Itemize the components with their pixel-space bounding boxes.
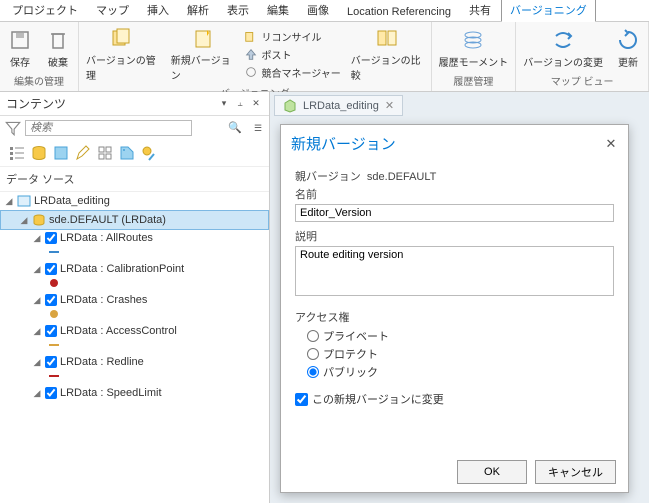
layer-row[interactable]: ◢LRData : AllRoutes — [0, 230, 269, 246]
database-icon — [32, 213, 46, 227]
reconcile-button[interactable]: リコンサイル — [243, 28, 341, 45]
name-input[interactable] — [295, 204, 614, 222]
dialog-title: 新規バージョン — [291, 133, 602, 154]
panel-title: コンテンツ — [6, 95, 215, 112]
layer-checkbox[interactable] — [45, 263, 57, 275]
name-label: 名前 — [295, 186, 614, 202]
layer-symbol — [48, 370, 60, 382]
ribbon-tab-4[interactable]: 表示 — [219, 0, 257, 21]
ribbon-tab-1[interactable]: マップ — [88, 0, 137, 21]
history-moment-button[interactable]: 履歴モーメント — [436, 26, 512, 71]
new-label: 新規バージョン — [171, 52, 235, 82]
refresh-label: 更新 — [618, 54, 638, 69]
conflict-button[interactable]: 競合マネージャー — [243, 64, 341, 81]
private-radio[interactable] — [307, 330, 319, 342]
pin-icon[interactable]: ⫠ — [233, 97, 247, 111]
search-icon[interactable]: 🔍 — [228, 121, 242, 134]
discard-label: 破棄 — [48, 54, 68, 69]
layer-row[interactable]: ◢LRData : AccessControl — [0, 323, 269, 339]
access-private-row[interactable]: プライベート — [307, 327, 614, 345]
protected-radio[interactable] — [307, 348, 319, 360]
layer-checkbox[interactable] — [45, 356, 57, 368]
manage-versions-button[interactable]: バージョンの管理 — [83, 24, 162, 84]
layer-row[interactable]: ◢LRData : Redline — [0, 354, 269, 370]
ribbon-tab-6[interactable]: 画像 — [299, 0, 337, 21]
compare-label: バージョンの比較 — [351, 52, 424, 82]
dropdown-icon[interactable]: ▾ — [217, 97, 231, 111]
document-tab[interactable]: LRData_editing ✕ — [274, 95, 403, 116]
ribbon-tabs: プロジェクトマップ挿入解析表示編集画像Location Referencing共… — [0, 0, 649, 22]
compare-button[interactable]: バージョンの比較 — [348, 24, 427, 84]
ribbon-tab-5[interactable]: 編集 — [259, 0, 297, 21]
list-by-source-icon[interactable] — [30, 144, 48, 162]
layer-tree: ◢LRData_editing ◢sde.DEFAULT (LRData) ◢L… — [0, 192, 269, 503]
layer-checkbox[interactable] — [45, 387, 57, 399]
list-by-selection-icon[interactable] — [52, 144, 70, 162]
layer-row[interactable]: ◢LRData : CalibrationPoint — [0, 261, 269, 277]
close-icon[interactable]: ✕ — [249, 97, 263, 111]
list-by-labeling-icon[interactable] — [118, 144, 136, 162]
ok-button[interactable]: OK — [457, 460, 527, 484]
contents-toolbar — [0, 140, 269, 167]
new-version-button[interactable]: 新規バージョン — [168, 24, 238, 84]
new-version-dialog: 新規バージョン ✕ 親バージョン sde.DEFAULT 名前 説明 アクセス権… — [280, 124, 629, 493]
change-to-checkbox[interactable] — [295, 393, 308, 406]
discard-button[interactable]: 破棄 — [42, 26, 74, 71]
layer-checkbox[interactable] — [45, 232, 57, 244]
map-icon — [17, 194, 31, 208]
list-by-time-icon[interactable] — [140, 144, 158, 162]
refresh-button[interactable]: 更新 — [612, 26, 644, 71]
contents-panel: コンテンツ ▾ ⫠ ✕ 🔍 ☰ データ ソース ◢LRData_editing … — [0, 92, 270, 503]
post-button[interactable]: ポスト — [243, 46, 341, 63]
group-label-edit: 編集の管理 — [4, 72, 74, 89]
manage-label: バージョンの管理 — [86, 52, 159, 82]
layer-checkbox[interactable] — [45, 325, 57, 337]
filter-icon[interactable] — [4, 119, 22, 137]
list-by-drawing-icon[interactable] — [8, 144, 26, 162]
group-label-map: マップ ビュー — [520, 72, 644, 89]
layer-row[interactable]: ◢LRData : SpeedLimit — [0, 385, 269, 401]
change-to-row[interactable]: この新規バージョンに変更 — [295, 391, 614, 407]
parent-value: sde.DEFAULT — [367, 171, 437, 183]
search-input[interactable] — [25, 120, 192, 136]
dialog-close-icon[interactable]: ✕ — [604, 137, 618, 151]
save-button[interactable]: 保存 — [4, 26, 36, 71]
access-protected-row[interactable]: プロテクト — [307, 345, 614, 363]
change-label: バージョンの変更 — [523, 54, 603, 69]
layer-checkbox[interactable] — [45, 294, 57, 306]
change-version-button[interactable]: バージョンの変更 — [520, 26, 606, 71]
layer-symbol — [48, 246, 60, 258]
layer-symbol — [48, 308, 60, 320]
access-label: アクセス権 — [295, 309, 614, 325]
desc-input[interactable] — [295, 246, 614, 296]
layer-symbol — [48, 277, 60, 289]
ribbon-tab-0[interactable]: プロジェクト — [4, 0, 86, 21]
tree-root[interactable]: ◢LRData_editing — [0, 192, 269, 210]
ribbon-tab-3[interactable]: 解析 — [179, 0, 217, 21]
ribbon-tab-2[interactable]: 挿入 — [139, 0, 177, 21]
layer-symbol — [48, 339, 60, 351]
tab-close-icon[interactable]: ✕ — [385, 99, 394, 112]
list-by-snapping-icon[interactable] — [96, 144, 114, 162]
menu-icon[interactable]: ☰ — [251, 121, 265, 135]
ribbon-tab-9[interactable]: バージョニング — [501, 0, 596, 22]
ribbon: 保存 破棄 編集の管理 バージョンの管理 新規バージョン リコンサイル ポスト … — [0, 22, 649, 92]
map-tab-icon — [283, 99, 297, 113]
tree-default-version[interactable]: ◢sde.DEFAULT (LRData) — [0, 210, 269, 230]
layer-row[interactable]: ◢LRData : Crashes — [0, 292, 269, 308]
desc-label: 説明 — [295, 228, 614, 244]
parent-label: 親バージョン — [295, 171, 361, 183]
moment-label: 履歴モーメント — [439, 54, 509, 69]
save-label: 保存 — [10, 54, 30, 69]
ribbon-tab-8[interactable]: 共有 — [461, 0, 499, 21]
ribbon-tab-7[interactable]: Location Referencing — [339, 3, 459, 21]
list-by-editing-icon[interactable] — [74, 144, 92, 162]
source-header: データ ソース — [0, 167, 269, 192]
public-radio[interactable] — [307, 366, 319, 378]
group-label-hist: 履歴管理 — [436, 72, 512, 89]
cancel-button[interactable]: キャンセル — [535, 460, 616, 484]
access-public-row[interactable]: パブリック — [307, 363, 614, 381]
